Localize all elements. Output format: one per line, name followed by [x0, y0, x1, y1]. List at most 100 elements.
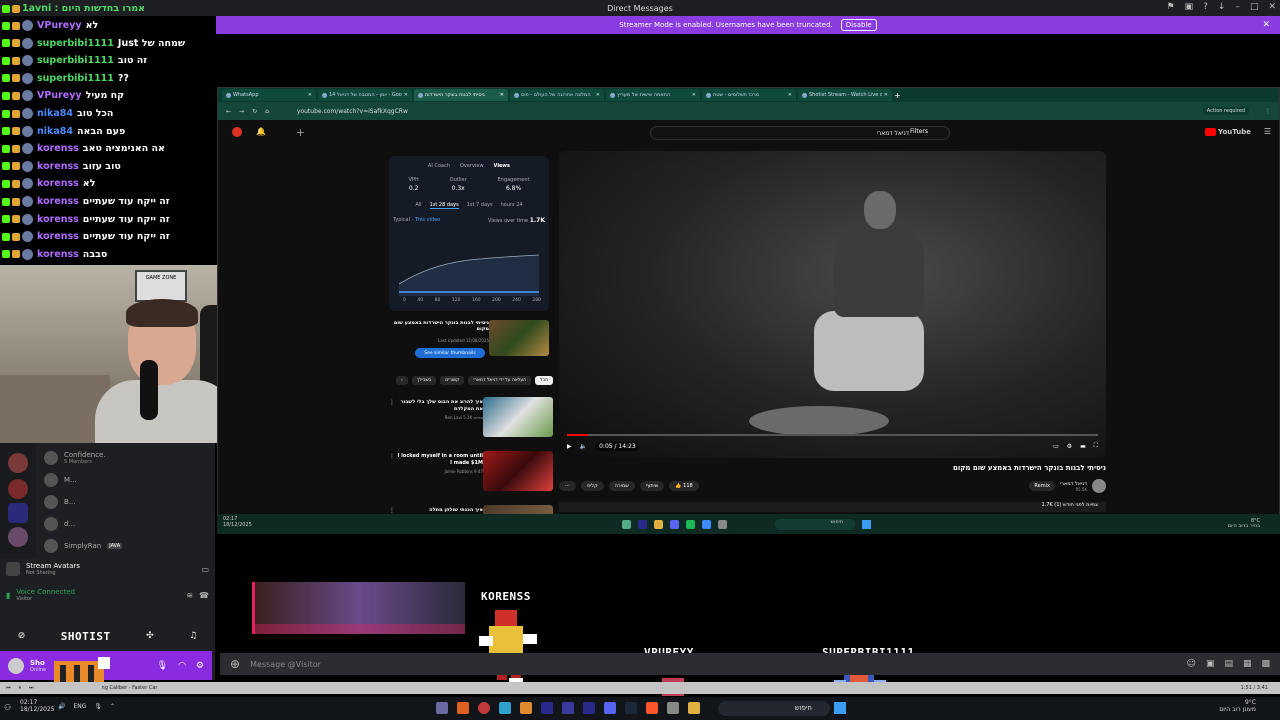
youtube-logo[interactable]: YouTube — [1205, 128, 1251, 136]
search-input[interactable]: דניאל דמארי — [650, 126, 950, 140]
analytics-tab[interactable]: AI Coach — [428, 163, 450, 169]
tab-close-icon[interactable]: ✕ — [596, 92, 600, 98]
next-icon[interactable]: ⏭ — [29, 685, 34, 691]
channel-name[interactable]: דניאל דמארי — [1060, 481, 1087, 487]
chat-username[interactable]: korenss — [37, 231, 79, 242]
tab-close-icon[interactable]: ✕ — [500, 92, 504, 98]
reload-icon[interactable]: ↻ — [252, 108, 257, 115]
captions-icon[interactable]: ▭ — [1053, 443, 1059, 450]
discord-icon[interactable] — [604, 702, 616, 714]
theater-icon[interactable]: ▬ — [1080, 443, 1086, 450]
obs-icon[interactable] — [478, 702, 490, 714]
disable-button[interactable]: Disable — [840, 19, 877, 31]
recommended-video[interactable]: ⋮ איך להרוג את הבוס שלך בלי לשבור את המקל… — [389, 397, 553, 447]
member-item[interactable]: SimplyRan JAVA — [44, 539, 123, 553]
description-box[interactable]: 1.7K צפיות לפני חודש (1) — [559, 502, 1106, 512]
gift-icon[interactable]: ▣ — [1206, 659, 1215, 669]
filter-chip[interactable]: הכל — [535, 376, 553, 385]
close-icon[interactable]: ✕ — [1268, 2, 1276, 12]
help-icon[interactable]: ? — [1203, 2, 1208, 12]
member-item[interactable]: d... — [44, 517, 75, 531]
browser-tab[interactable]: ניסיתי לבנות בונקר הישרדות ✕ — [414, 89, 508, 101]
app-icon[interactable] — [702, 519, 711, 529]
browser-tab[interactable]: WhatsApp ✕ — [222, 89, 316, 101]
settings-icon[interactable]: ⚙ — [1067, 443, 1072, 450]
range-tab[interactable]: 1st 7 days — [467, 202, 493, 209]
pin-icon[interactable]: ⚑ — [1167, 2, 1175, 12]
chat-username[interactable]: nika84 — [37, 126, 73, 137]
video-player[interactable]: ▶ 🔈 0:05 / 14:23 ▭ ⚙ ▬ ⛶ — [559, 151, 1106, 458]
chat-username[interactable]: superbibi1111 — [37, 73, 114, 84]
sticker-icon[interactable]: ▩ — [1261, 659, 1270, 669]
premiere-icon[interactable] — [638, 519, 647, 529]
brave-icon[interactable] — [646, 702, 658, 714]
hamburger-menu-icon[interactable]: ☰ — [1264, 127, 1271, 136]
notifications-icon[interactable]: 🔔 — [256, 127, 266, 136]
windows-start-icon[interactable] — [834, 702, 846, 714]
spotify-icon[interactable] — [686, 519, 695, 529]
back-icon[interactable]: ← — [226, 108, 231, 115]
folder-icon[interactable] — [688, 702, 700, 714]
server-icon[interactable] — [8, 479, 28, 499]
forward-icon[interactable]: → — [239, 108, 244, 115]
mic-icon[interactable]: 🎙 — [94, 703, 102, 710]
recommended-video[interactable]: ⋮ I locked myself in a room until I made … — [389, 451, 553, 501]
stream-avatars-row[interactable]: Stream Avatars Not Sharing ▭ — [6, 558, 209, 580]
app-icon[interactable] — [667, 702, 679, 714]
profile-avatar[interactable] — [232, 127, 242, 137]
side-video-title[interactable]: ניסיתי לבנות בונקר הישרדות באמצע שום מקו… — [389, 320, 489, 332]
windows-start-icon[interactable] — [862, 519, 871, 529]
create-icon[interactable]: ＋ — [296, 126, 305, 139]
action-required-button[interactable]: Action required — [1202, 107, 1249, 115]
language-indicator[interactable]: ENG — [73, 703, 86, 710]
member-item[interactable]: M... — [44, 473, 77, 487]
server-icon[interactable] — [8, 453, 28, 473]
screen-share-icon[interactable]: ▭ — [201, 565, 209, 574]
apps-icon[interactable]: ▦ — [1243, 659, 1252, 669]
browser-tab[interactable]: התאמה אישית של מעריץ ✕ — [606, 89, 700, 101]
maximize-icon[interactable]: □ — [1250, 2, 1259, 12]
firefox-icon[interactable] — [520, 702, 532, 714]
folder-icon[interactable] — [654, 519, 663, 529]
chat-username[interactable]: superbibi1111 — [37, 55, 114, 66]
analytics-tab[interactable]: Overview — [460, 163, 484, 169]
tab-close-icon[interactable]: ✕ — [692, 92, 696, 98]
remix-button[interactable]: Remix — [1029, 481, 1055, 491]
browser-tab[interactable]: יומן - המטבח של דניאל 14 - Google✕ — [318, 89, 412, 101]
browser-tab[interactable]: Shotist Stream - Watch Live on ✕ — [798, 89, 892, 101]
weather-widget[interactable]: 9°C מעונן רוב היום — [1219, 699, 1256, 714]
fullscreen-icon[interactable]: ⛶ — [1094, 442, 1106, 450]
discord-icon[interactable] — [670, 519, 679, 529]
rec-thumbnail[interactable] — [483, 451, 553, 491]
soundboard-icon[interactable]: ♫ — [189, 631, 197, 641]
close-banner-icon[interactable]: ✕ — [1262, 20, 1270, 30]
chat-username[interactable]: korenss — [37, 178, 79, 189]
filter-chip[interactable]: קשורים — [440, 376, 465, 385]
server-icon[interactable] — [8, 527, 28, 547]
tab-close-icon[interactable]: ✕ — [788, 92, 792, 98]
settings-icon[interactable]: ⚙ — [196, 661, 204, 671]
app-icon[interactable] — [457, 702, 469, 714]
inbox-icon[interactable]: ▣ — [1185, 2, 1194, 12]
filter-chip[interactable]: העלאה על ידי דניאל דמארי — [468, 376, 532, 385]
see-similar-thumbnails-button[interactable]: See similar thumbnails — [415, 348, 485, 358]
download-icon[interactable]: ↓ — [1218, 2, 1226, 12]
tray-expand-icon[interactable]: ⌃ — [110, 703, 115, 710]
premiere-icon[interactable] — [583, 702, 595, 714]
pause-icon[interactable]: ⏸ — [19, 685, 22, 691]
member-item[interactable]: B... — [44, 495, 75, 509]
chat-username[interactable]: VPureyy — [37, 90, 82, 101]
disconnect-icon[interactable]: ☎ — [199, 591, 209, 600]
steam-icon[interactable] — [625, 702, 637, 714]
clip-button[interactable]: קליפ — [581, 481, 604, 491]
tab-close-icon[interactable]: ✕ — [308, 92, 312, 98]
avatar[interactable] — [8, 657, 24, 674]
like-button[interactable]: 👍 118 — [669, 481, 699, 491]
analytics-tab[interactable]: Views — [494, 163, 510, 169]
more-actions-button[interactable]: ⋯ — [559, 481, 576, 491]
activity-icon[interactable]: ✣ — [146, 631, 154, 641]
chat-username[interactable]: korenss — [37, 196, 79, 207]
prev-icon[interactable]: ⏮ — [6, 685, 11, 691]
mic-icon[interactable]: 🎙 — [157, 661, 168, 671]
tab-close-icon[interactable]: ✕ — [404, 92, 408, 98]
